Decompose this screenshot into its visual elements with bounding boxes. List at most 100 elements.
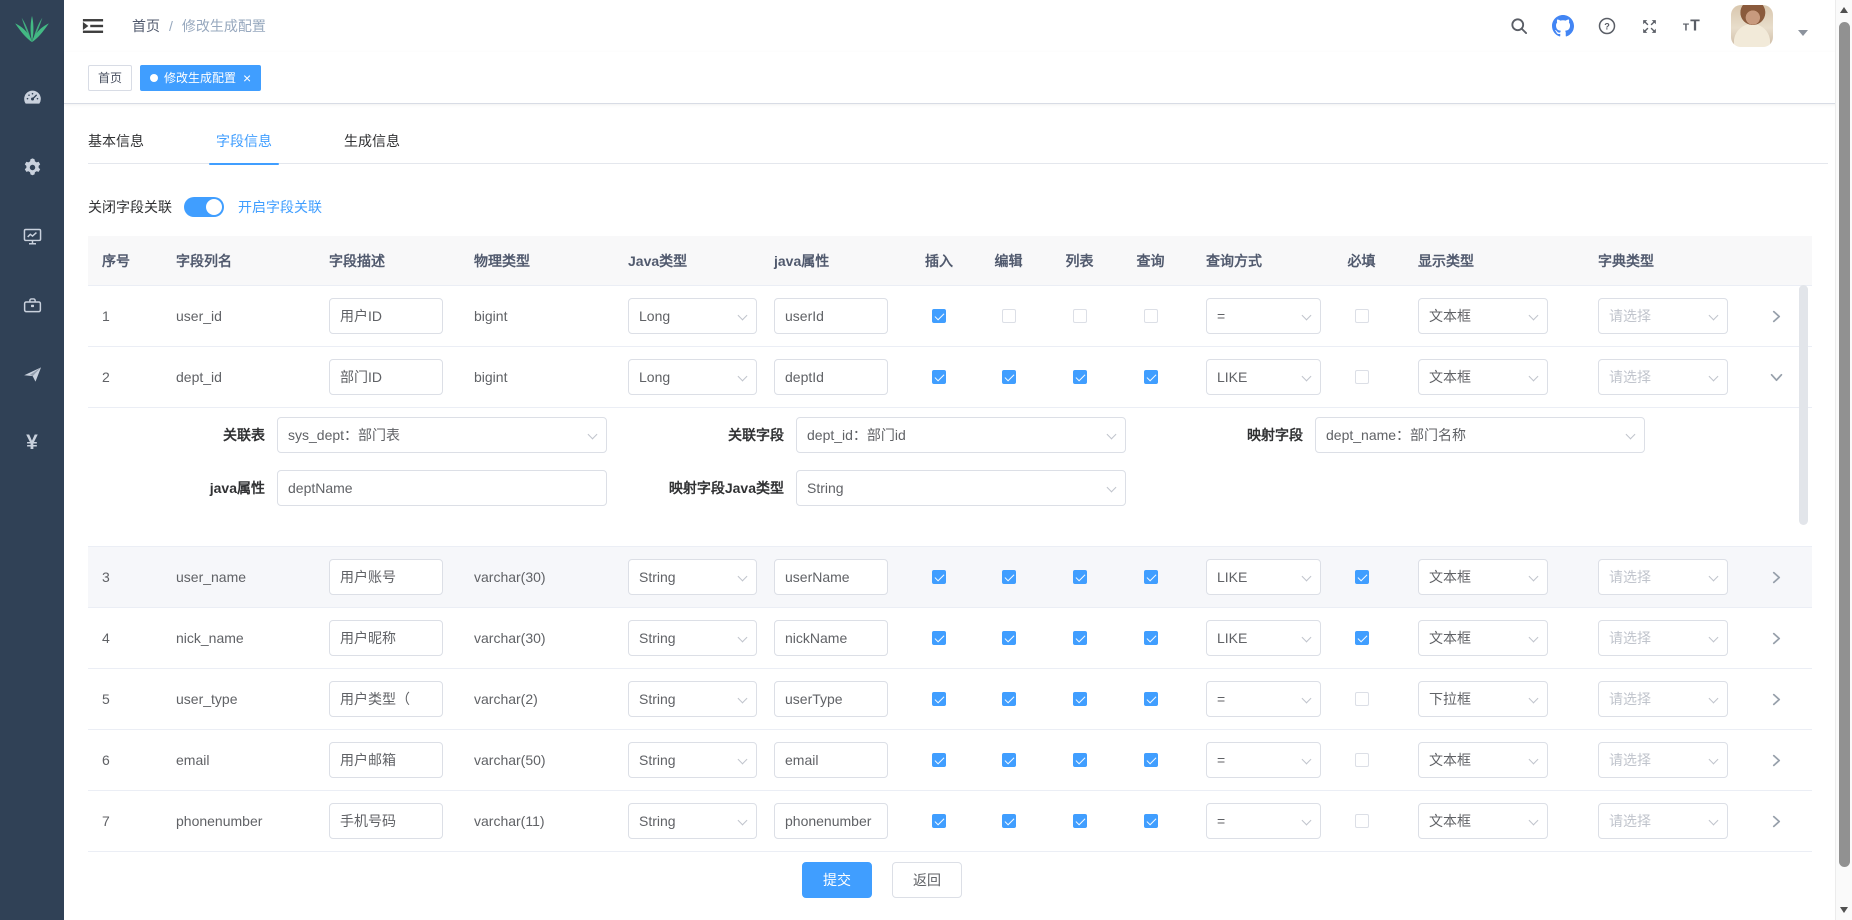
insert-checkbox[interactable] — [932, 692, 946, 706]
required-checkbox[interactable] — [1355, 753, 1369, 767]
query-type-select[interactable]: LIKE — [1206, 620, 1321, 656]
sidebar-fold-icon[interactable] — [82, 15, 104, 37]
java-attr-input[interactable]: nickName — [774, 620, 888, 656]
search-icon[interactable] — [1509, 16, 1529, 36]
list-checkbox[interactable] — [1073, 814, 1087, 828]
dict-type-select[interactable]: 请选择 — [1598, 559, 1728, 595]
query-checkbox[interactable] — [1144, 814, 1158, 828]
query-type-select[interactable]: LIKE — [1206, 359, 1321, 395]
query-checkbox[interactable] — [1144, 692, 1158, 706]
expand-row-icon[interactable] — [1770, 693, 1783, 706]
tab-field-info[interactable]: 字段信息 — [216, 118, 272, 164]
field-desc-input[interactable]: 用户类型（ — [329, 681, 443, 717]
display-type-select[interactable]: 文本框 — [1418, 803, 1548, 839]
sidebar-item-tool[interactable] — [21, 295, 43, 315]
query-checkbox[interactable] — [1144, 570, 1158, 584]
sidebar-item-system[interactable] — [21, 157, 43, 177]
java-attr-input[interactable]: phonenumber — [774, 803, 888, 839]
java-type-select[interactable]: String — [628, 681, 757, 717]
query-type-select[interactable]: = — [1206, 298, 1321, 334]
insert-checkbox[interactable] — [932, 631, 946, 645]
query-type-select[interactable]: = — [1206, 803, 1321, 839]
map-java-attr-input[interactable]: deptName — [277, 470, 607, 506]
sidebar-item-pay[interactable]: ¥ — [21, 433, 43, 453]
query-type-select[interactable]: = — [1206, 681, 1321, 717]
font-size-icon[interactable]: T T — [1682, 15, 1704, 37]
java-type-select[interactable]: Long — [628, 298, 757, 334]
expand-row-icon[interactable] — [1770, 371, 1783, 384]
submit-button[interactable]: 提交 — [802, 862, 872, 898]
field-desc-input[interactable]: 部门ID — [329, 359, 443, 395]
list-checkbox[interactable] — [1073, 631, 1087, 645]
field-desc-input[interactable]: 用户邮箱 — [329, 742, 443, 778]
query-type-select[interactable]: = — [1206, 742, 1321, 778]
query-type-select[interactable]: LIKE — [1206, 559, 1321, 595]
tab-gen-info[interactable]: 生成信息 — [344, 118, 400, 164]
java-attr-input[interactable]: userName — [774, 559, 888, 595]
java-type-select[interactable]: String — [628, 559, 757, 595]
query-checkbox[interactable] — [1144, 309, 1158, 323]
dict-type-select[interactable]: 请选择 — [1598, 681, 1728, 717]
display-type-select[interactable]: 文本框 — [1418, 620, 1548, 656]
display-type-select[interactable]: 文本框 — [1418, 298, 1548, 334]
required-checkbox[interactable] — [1355, 309, 1369, 323]
list-checkbox[interactable] — [1073, 309, 1087, 323]
insert-checkbox[interactable] — [932, 814, 946, 828]
field-relation-switch[interactable] — [184, 197, 224, 217]
edit-checkbox[interactable] — [1002, 370, 1016, 384]
query-checkbox[interactable] — [1144, 370, 1158, 384]
java-attr-input[interactable]: userType — [774, 681, 888, 717]
expand-row-icon[interactable] — [1770, 815, 1783, 828]
list-checkbox[interactable] — [1073, 370, 1087, 384]
github-icon[interactable] — [1552, 15, 1574, 37]
display-type-select[interactable]: 文本框 — [1418, 359, 1548, 395]
insert-checkbox[interactable] — [932, 570, 946, 584]
edit-checkbox[interactable] — [1002, 570, 1016, 584]
required-checkbox[interactable] — [1355, 692, 1369, 706]
field-desc-input[interactable]: 用户账号 — [329, 559, 443, 595]
list-checkbox[interactable] — [1073, 692, 1087, 706]
window-scrollbar[interactable] — [1835, 0, 1852, 920]
edit-checkbox[interactable] — [1002, 753, 1016, 767]
query-checkbox[interactable] — [1144, 631, 1158, 645]
fullscreen-icon[interactable] — [1640, 17, 1659, 36]
caret-down-icon[interactable] — [1798, 30, 1808, 36]
expand-row-icon[interactable] — [1770, 754, 1783, 767]
back-button[interactable]: 返回 — [892, 862, 962, 898]
app-logo[interactable] — [13, 10, 51, 48]
required-checkbox[interactable] — [1355, 631, 1369, 645]
expand-row-icon[interactable] — [1770, 632, 1783, 645]
java-attr-input[interactable]: email — [774, 742, 888, 778]
edit-checkbox[interactable] — [1002, 309, 1016, 323]
field-desc-input[interactable]: 用户昵称 — [329, 620, 443, 656]
display-type-select[interactable]: 文本框 — [1418, 559, 1548, 595]
edit-checkbox[interactable] — [1002, 692, 1016, 706]
list-checkbox[interactable] — [1073, 753, 1087, 767]
required-checkbox[interactable] — [1355, 814, 1369, 828]
sidebar-item-dashboard[interactable] — [21, 88, 43, 108]
expand-row-icon[interactable] — [1770, 571, 1783, 584]
java-type-select[interactable]: String — [628, 742, 757, 778]
dict-type-select[interactable]: 请选择 — [1598, 742, 1728, 778]
edit-checkbox[interactable] — [1002, 631, 1016, 645]
tag-close-icon[interactable]: × — [243, 71, 251, 85]
insert-checkbox[interactable] — [932, 370, 946, 384]
display-type-select[interactable]: 下拉框 — [1418, 681, 1548, 717]
breadcrumb-home[interactable]: 首页 — [132, 16, 160, 36]
field-desc-input[interactable]: 用户ID — [329, 298, 443, 334]
java-attr-input[interactable]: deptId — [774, 359, 888, 395]
query-checkbox[interactable] — [1144, 753, 1158, 767]
java-type-select[interactable]: Long — [628, 359, 757, 395]
dict-type-select[interactable]: 请选择 — [1598, 803, 1728, 839]
field-desc-input[interactable]: 手机号码 — [329, 803, 443, 839]
display-type-select[interactable]: 文本框 — [1418, 742, 1548, 778]
table-scrollbar-thumb[interactable] — [1799, 285, 1808, 525]
sidebar-item-monitor[interactable] — [21, 226, 43, 246]
help-question-icon[interactable]: ? — [1597, 16, 1617, 36]
required-checkbox[interactable] — [1355, 370, 1369, 384]
list-checkbox[interactable] — [1073, 570, 1087, 584]
rel-table-select[interactable]: sys_dept：部门表 — [277, 417, 607, 453]
rel-field-select[interactable]: dept_id：部门id — [796, 417, 1126, 453]
sidebar-item-job[interactable] — [21, 364, 43, 384]
tab-basic-info[interactable]: 基本信息 — [88, 118, 144, 164]
